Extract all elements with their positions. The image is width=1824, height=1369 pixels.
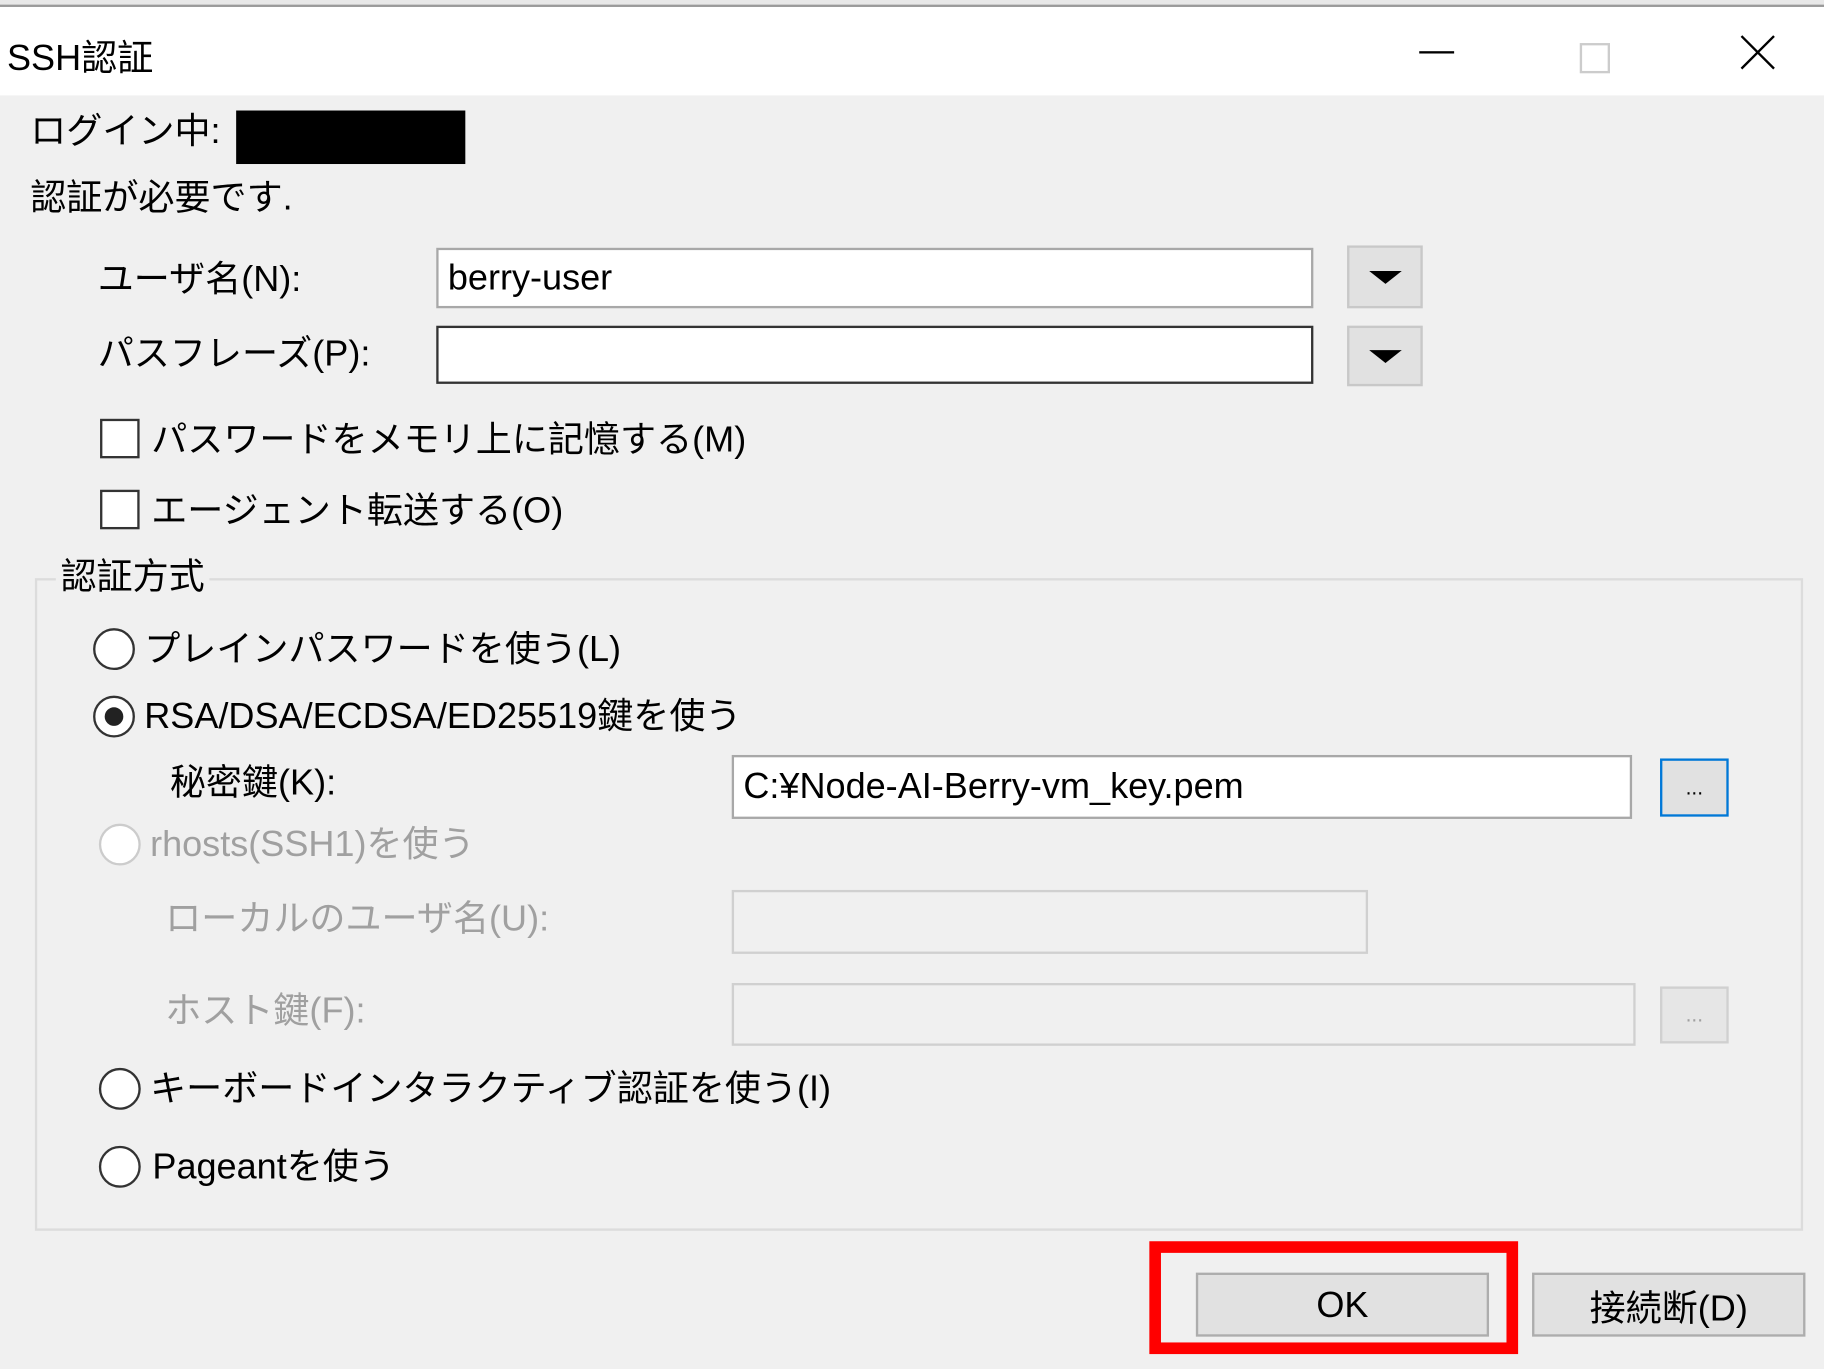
plain-password-label[interactable]: プレインパスワードを使う(L) [144,628,621,670]
maximize-icon[interactable] [1579,43,1611,74]
agent-forwarding-label[interactable]: エージェント転送する(O) [151,490,563,532]
passphrase-input[interactable] [436,325,1314,384]
remember-password-checkbox[interactable] [100,418,140,459]
login-host-redacted [236,110,466,165]
login-label: ログイン中: [30,110,221,152]
title-bar: SSH認証 [0,6,1824,96]
username-input[interactable]: berry-user [436,247,1314,309]
agent-forwarding-checkbox[interactable] [100,489,140,530]
window-title: SSH認証 [6,37,154,78]
keyboard-interactive-label[interactable]: キーボードインタラクティブ認証を使う(I) [150,1068,831,1110]
background-menu-strip [0,0,1824,7]
minimize-icon[interactable] [1419,51,1455,54]
radio-selected-dot [104,707,124,726]
private-key-label: 秘密鍵(K): [169,761,337,803]
key-auth-label[interactable]: RSA/DSA/ECDSA/ED25519鍵を使う [144,696,741,738]
chevron-down-icon [1368,349,1402,363]
rhosts-label[interactable]: rhosts(SSH1)を使う [150,824,475,866]
ok-button[interactable]: OK [1195,1272,1490,1337]
host-key-browse-button[interactable]: ... [1660,986,1729,1044]
local-username-label: ローカルのユーザ名(U): [165,898,550,939]
chevron-down-icon [1368,270,1402,284]
keyboard-interactive-radio[interactable] [98,1067,141,1110]
plain-password-radio[interactable] [93,628,135,671]
key-auth-radio[interactable] [93,695,135,738]
private-key-input[interactable]: C:¥Node-AI-Berry-vm_key.pem [731,754,1633,819]
username-label: ユーザ名(N): [97,258,302,299]
ssh-auth-dialog: SSH認証 ログイン中: 認証が必要です. ユーザ名(N): berry-use… [0,0,1824,1369]
auth-required-message: 認証が必要です. [30,176,293,218]
rhosts-radio[interactable] [98,823,141,866]
disconnect-button[interactable]: 接続断(D) [1532,1272,1806,1337]
remember-password-label[interactable]: パスワードをメモリ上に記憶する(M) [151,419,746,461]
pageant-radio[interactable] [98,1145,141,1188]
close-icon[interactable] [1740,35,1775,70]
private-key-browse-button[interactable]: ... [1660,758,1729,817]
pageant-label[interactable]: Pageantを使う [152,1146,395,1188]
username-dropdown-button[interactable] [1347,245,1423,309]
local-username-input[interactable] [731,889,1369,954]
host-key-input[interactable] [731,982,1636,1046]
passphrase-dropdown-button[interactable] [1347,325,1423,387]
host-key-label: ホスト鍵(F): [165,989,366,1031]
passphrase-label: パスフレーズ(P): [97,332,371,374]
auth-method-legend: 認証方式 [55,556,210,598]
